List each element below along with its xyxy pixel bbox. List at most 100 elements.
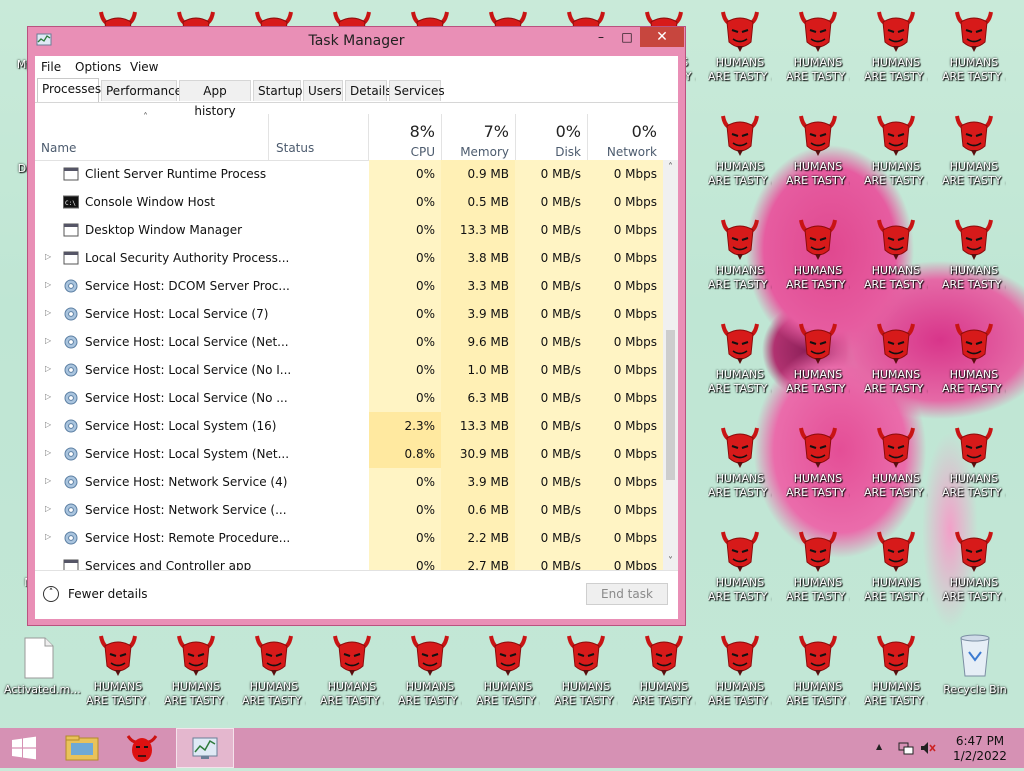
close-button[interactable]: ✕	[640, 27, 684, 47]
tab-performance[interactable]: Performance	[101, 80, 182, 101]
desktop-icon-devil[interactable]: HUMANSARE TASTY ...	[708, 628, 772, 707]
table-row[interactable]: ▷ Service Host: Local Service (No I... 0% 1…	[35, 356, 663, 384]
table-row[interactable]: ▷ Service Host: Local System (Net... 0.8% 3…	[35, 440, 663, 468]
maximize-button[interactable]: □	[614, 27, 640, 47]
tab-startup[interactable]: Startup	[253, 80, 303, 101]
desktop-icon-devil[interactable]: HUMANSARE TASTY ...	[786, 108, 850, 187]
table-row[interactable]: ▷ Service Host: Local Service (7) 0% 3.9 MB…	[35, 300, 663, 328]
desktop-icon-activated[interactable]: Activated.m...	[4, 636, 81, 696]
desktop-icon-devil[interactable]: HUMANSARE TASTY ...	[242, 628, 306, 707]
expand-chevron-icon[interactable]: ▷	[45, 308, 51, 317]
table-row[interactable]: ▷ Service Host: DCOM Server Proc... 0% 3.3 …	[35, 272, 663, 300]
desktop-icon-label: HUMANS	[93, 680, 143, 693]
desktop-icon-devil[interactable]: HUMANSARE TASTY ...	[864, 108, 928, 187]
desktop-icon-devil[interactable]: HUMANSARE TASTY ...	[554, 628, 618, 707]
table-row[interactable]: ▷ Service Host: Local Service (No ... 0% 6.…	[35, 384, 663, 412]
tab-services[interactable]: Services	[389, 80, 445, 101]
desktop-icon-devil[interactable]: HUMANSARE TASTY ...	[708, 4, 772, 83]
table-row[interactable]: ▷ Service Host: Network Service (4) 0% 3.9 …	[35, 468, 663, 496]
expand-chevron-icon[interactable]: ▷	[45, 252, 51, 261]
expand-chevron-icon[interactable]: ▷	[45, 280, 51, 289]
column-name[interactable]: Name	[41, 141, 76, 155]
chevron-up-circle-icon[interactable]: ˄	[43, 586, 59, 602]
desktop-icon-devil[interactable]: HUMANSARE TASTY ...	[708, 316, 772, 395]
desktop-icon-devil[interactable]: HUMANSARE TASTY ...	[942, 524, 1006, 603]
desktop-icon-devil[interactable]: HUMANSARE TASTY ...	[786, 524, 850, 603]
menu-options[interactable]: Options	[75, 60, 121, 74]
expand-chevron-icon[interactable]: ▷	[45, 364, 51, 373]
process-list: Client Server Runtime Process 0% 0.9 MB 0 M…	[35, 160, 663, 570]
desktop-icon-devil[interactable]: HUMANSARE TASTY ...	[786, 316, 850, 395]
taskbar-task-manager[interactable]	[176, 728, 234, 768]
tab-app-history[interactable]: App history	[179, 80, 251, 118]
desktop-icon-devil[interactable]: HUMANSARE TASTY ...	[942, 316, 1006, 395]
windows-logo-icon	[12, 736, 36, 760]
desktop-icon-devil[interactable]: HUMANSARE TASTY ...	[942, 4, 1006, 83]
expand-chevron-icon[interactable]: ▷	[45, 504, 51, 513]
desktop-icon-devil[interactable]: HUMANSARE TASTY ...	[864, 628, 928, 707]
scroll-up-icon[interactable]: ˄	[663, 162, 678, 173]
taskbar-file-explorer[interactable]	[58, 728, 106, 768]
table-row[interactable]: ▷ Local Security Authority Process... 0% 3.…	[35, 244, 663, 272]
clock[interactable]: 6:47 PM 1/2/2022	[940, 734, 1020, 764]
desktop-icon-devil[interactable]: HUMANSARE TASTY ...	[864, 316, 928, 395]
desktop-icon-devil[interactable]: HUMANSARE TASTY ...	[942, 108, 1006, 187]
process-cpu: 0%	[369, 244, 441, 272]
scroll-thumb[interactable]	[666, 330, 675, 480]
fewer-details-link[interactable]: Fewer details	[68, 587, 148, 601]
expand-chevron-icon[interactable]: ▷	[45, 532, 51, 541]
table-row[interactable]: ▷ Service Host: Network Service (... 0% 0.6…	[35, 496, 663, 524]
desktop-icon-devil[interactable]: HUMANSARE TASTY ...	[786, 420, 850, 499]
desktop-icon-devil[interactable]: HUMANSARE TASTY ...	[708, 212, 772, 291]
desktop-icon-devil[interactable]: HUMANSARE TASTY ...	[164, 628, 228, 707]
table-row[interactable]: Client Server Runtime Process 0% 0.9 MB 0 M…	[35, 160, 663, 188]
desktop-icon-devil[interactable]: HUMANSARE TASTY ...	[864, 4, 928, 83]
desktop-icon-devil[interactable]: HUMANSARE TASTY ...	[708, 108, 772, 187]
desktop-icon-devil[interactable]: HUMANSARE TASTY ...	[942, 420, 1006, 499]
desktop-icon-devil[interactable]: HUMANSARE TASTY ...	[786, 628, 850, 707]
tab-processes[interactable]: Processes	[37, 78, 101, 102]
desktop-icon-recycle-bin[interactable]: Recycle Bin	[940, 632, 1010, 696]
desktop-icon-devil[interactable]: HUMANSARE TASTY ...	[864, 420, 928, 499]
expand-chevron-icon[interactable]: ▷	[45, 336, 51, 345]
tab-users[interactable]: Users	[303, 80, 343, 101]
desktop-icon-devil[interactable]: HUMANSARE TASTY ...	[864, 524, 928, 603]
menu-view[interactable]: View	[130, 60, 158, 74]
tab-details[interactable]: Details	[345, 80, 392, 101]
table-row[interactable]: Desktop Window Manager 0% 13.3 MB 0 MB/s 0 M…	[35, 216, 663, 244]
desktop-icon-devil[interactable]: HUMANSARE TASTY ...	[786, 212, 850, 291]
devil-icon	[873, 216, 919, 262]
taskbar-devil-app[interactable]	[118, 728, 166, 768]
table-row[interactable]: Services and Controller app 0% 2.7 MB 0 MB/…	[35, 552, 663, 570]
expand-chevron-icon[interactable]: ▷	[45, 392, 51, 401]
desktop-icon-devil[interactable]: HUMANSARE TASTY ...	[786, 4, 850, 83]
table-row[interactable]: ▷ Service Host: Local Service (Net... 0% 9.…	[35, 328, 663, 356]
desktop-icon-devil[interactable]: HUMANSARE TASTY ...	[708, 420, 772, 499]
desktop-icon-devil[interactable]: HUMANSARE TASTY ...	[864, 212, 928, 291]
menu-file[interactable]: File	[41, 60, 61, 74]
title-bar[interactable]: Task Manager – □ ✕	[28, 27, 685, 55]
expand-chevron-icon[interactable]: ▷	[45, 420, 51, 429]
desktop-icon-devil[interactable]: HUMANSARE TASTY ...	[398, 628, 462, 707]
end-task-button[interactable]: End task	[586, 583, 668, 605]
desktop-icon-devil[interactable]: HUMANSARE TASTY ...	[320, 628, 384, 707]
vertical-scrollbar[interactable]: ˄ ˅	[663, 160, 678, 570]
scroll-down-icon[interactable]: ˅	[663, 556, 678, 567]
tray-overflow-icon[interactable]: ▲	[876, 742, 882, 751]
start-button[interactable]	[0, 728, 50, 768]
network-icon[interactable]	[898, 740, 914, 756]
desktop-icon-devil[interactable]: HUMANSARE TASTY ...	[708, 524, 772, 603]
column-status[interactable]: Status	[276, 141, 314, 155]
table-row[interactable]: ▷ Service Host: Remote Procedure... 0% 2.2 …	[35, 524, 663, 552]
table-row[interactable]: ▷ Service Host: Local System (16) 2.3% 13.3…	[35, 412, 663, 440]
desktop-icon-devil[interactable]: HUMANSARE TASTY ...	[476, 628, 540, 707]
desktop-icon-devil[interactable]: HUMANSARE TASTY ...	[942, 212, 1006, 291]
volume-muted-icon[interactable]	[920, 740, 936, 756]
table-row[interactable]: C:\ Console Window Host 0% 0.5 MB 0 MB/s 0 Mb…	[35, 188, 663, 216]
expand-chevron-icon[interactable]: ▷	[45, 476, 51, 485]
expand-chevron-icon[interactable]: ▷	[45, 448, 51, 457]
desktop-icon-devil[interactable]: HUMANSARE TASTY ...	[632, 628, 696, 707]
minimize-button[interactable]: –	[588, 27, 614, 47]
devil-icon	[795, 8, 841, 54]
desktop-icon-devil[interactable]: HUMANSARE TASTY ...	[86, 628, 150, 707]
